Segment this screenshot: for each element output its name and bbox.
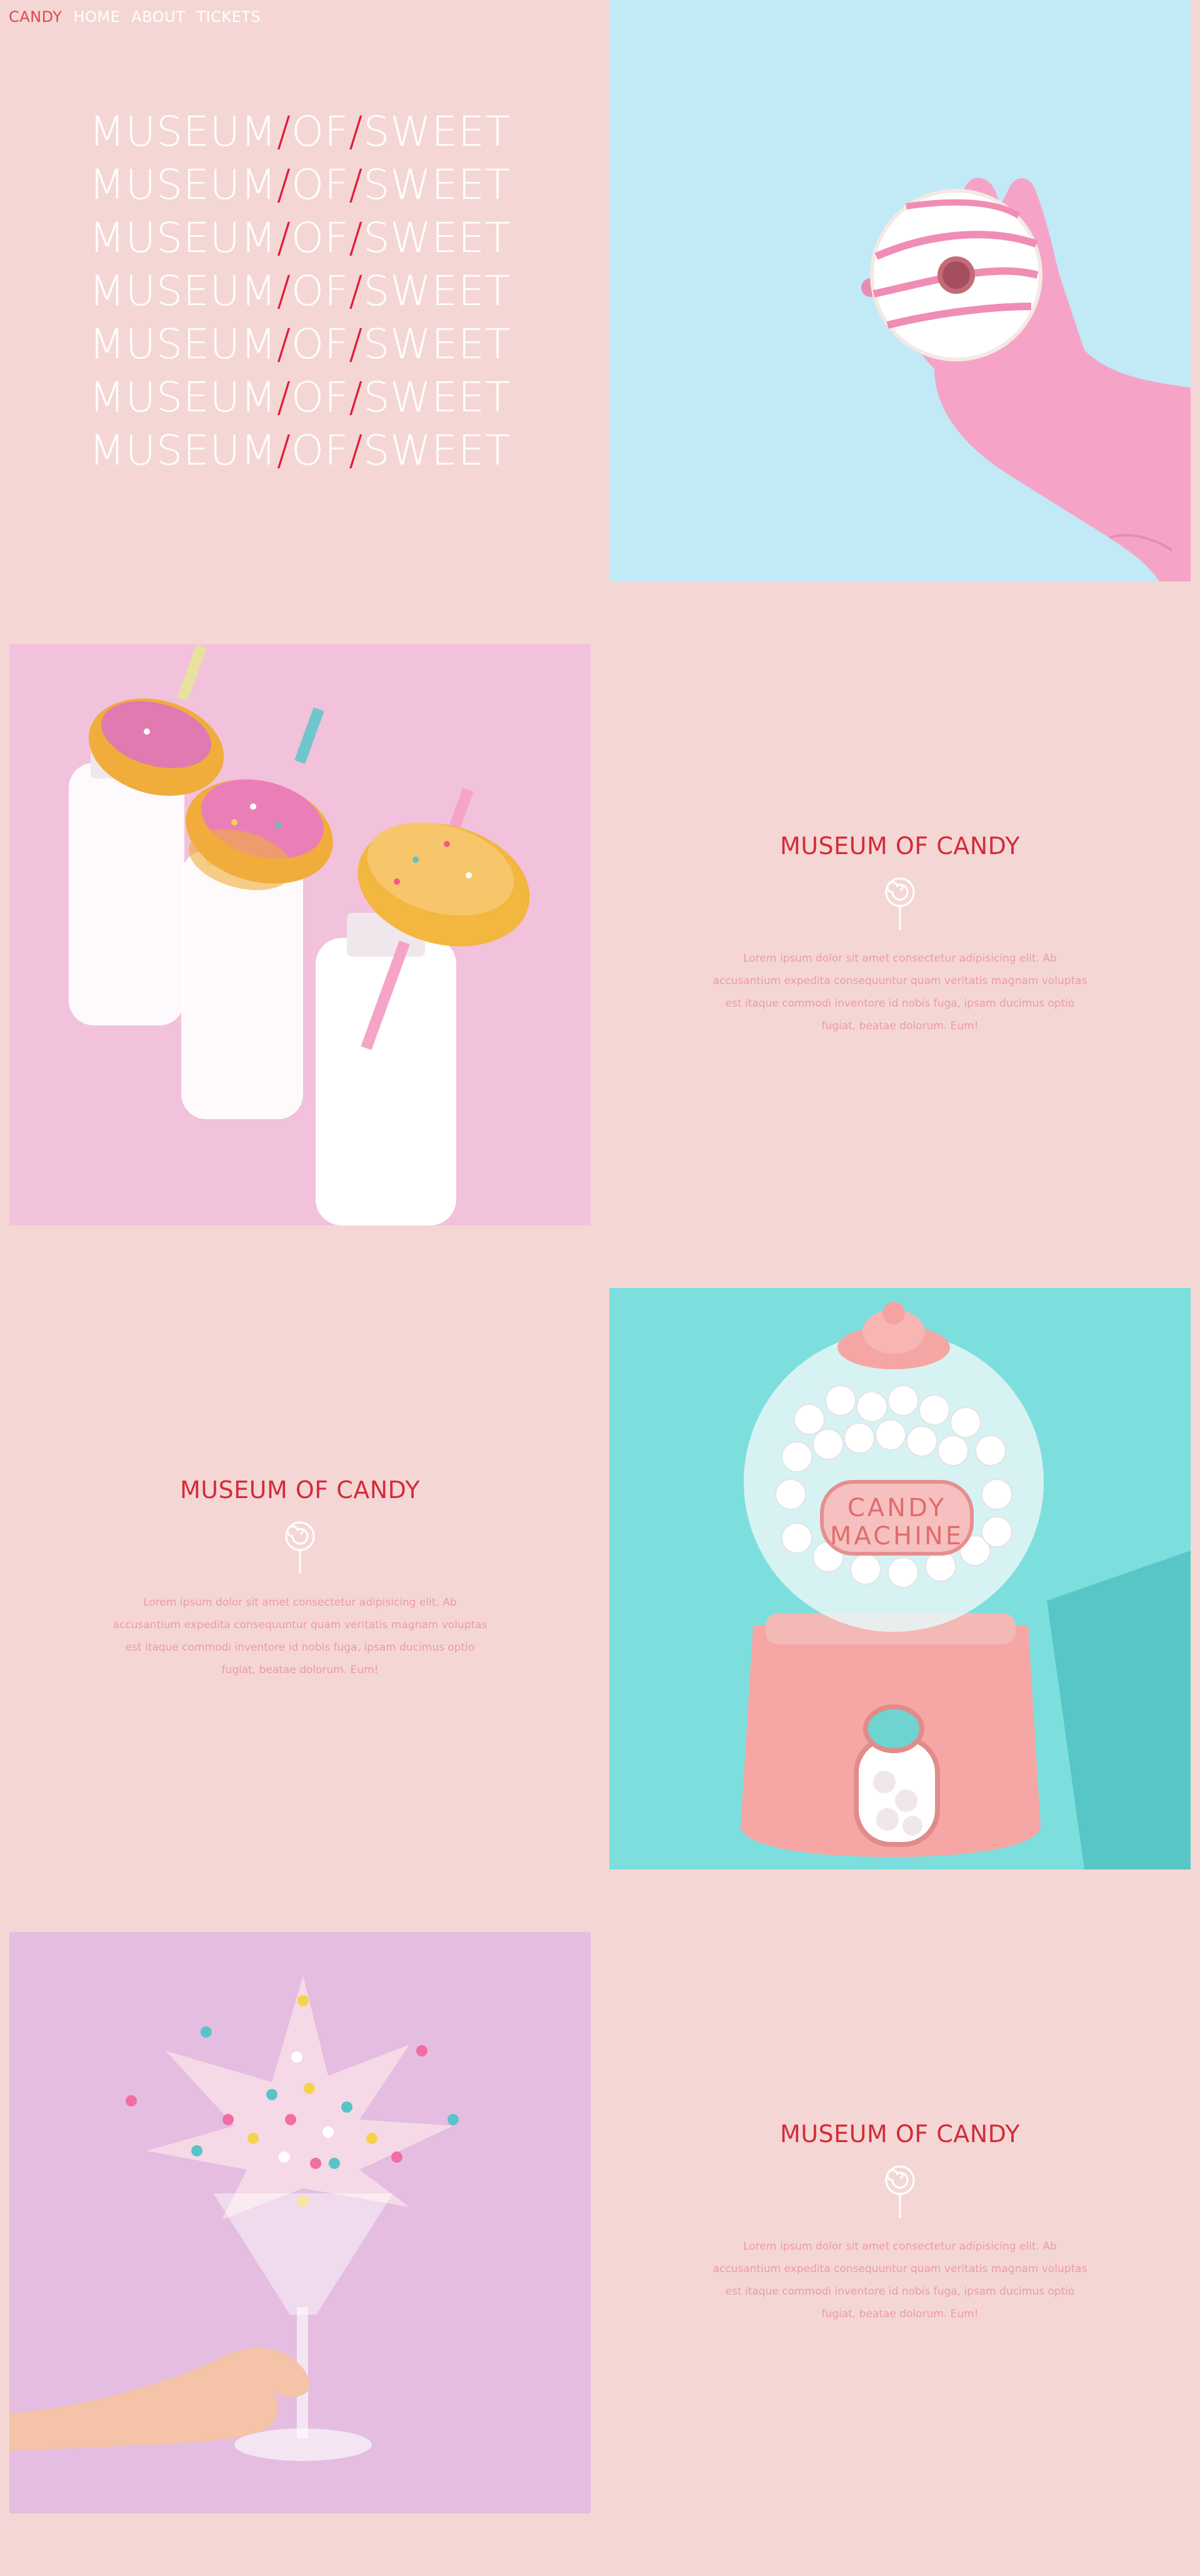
hero-word: MUSEUM	[89, 319, 277, 368]
hero-word: OF	[291, 160, 349, 209]
hero-word: OF	[291, 373, 349, 421]
info-body: Lorem ipsum dolor sit amet consectetur a…	[712, 952, 1088, 1032]
slash-separator: /	[349, 373, 364, 421]
info-block-3: MUSEUM OF CANDY Lorem ipsum dolor sit am…	[609, 1932, 1191, 2513]
hero-headline-line: MUSEUM/OF/SWEET	[89, 264, 511, 318]
hero-word: SWEET	[363, 373, 511, 421]
donut-glove-image	[609, 0, 1191, 581]
hero-word: MUSEUM	[89, 426, 277, 475]
slash-separator: /	[276, 160, 292, 209]
hero-word: OF	[291, 213, 349, 262]
info-title: MUSEUM OF CANDY	[779, 832, 1021, 860]
hero-word: SWEET	[363, 107, 511, 156]
hero-word: SWEET	[363, 160, 511, 209]
slash-separator: /	[349, 319, 364, 368]
slash-separator: /	[276, 373, 292, 421]
gumball-label-line2: MACHINE	[830, 1522, 964, 1551]
hero-word: MUSEUM	[89, 213, 277, 262]
info-block-1: MUSEUM OF CANDY Lorem ipsum dolor sit am…	[609, 644, 1191, 1225]
info-body: Lorem ipsum dolor sit amet consectetur a…	[712, 2240, 1088, 2320]
info-title: MUSEUM OF CANDY	[779, 2120, 1021, 2148]
lollipop-icon	[885, 2165, 915, 2218]
hero-headline-line: MUSEUM/OF/SWEET	[89, 424, 511, 477]
slash-separator: /	[349, 266, 364, 315]
hero-word: MUSEUM	[89, 160, 277, 209]
hero-word: MUSEUM	[89, 373, 277, 421]
slash-separator: /	[349, 426, 364, 475]
gumball-label-line1: CANDY	[848, 1494, 946, 1522]
hero-headline-stack: MUSEUM/OF/SWEET MUSEUM/OF/SWEET MUSEUM/OF/…	[0, 0, 600, 581]
donut-milk-bottles-image	[9, 644, 591, 1225]
slash-separator: /	[276, 107, 292, 156]
hero-word: SWEET	[363, 426, 511, 475]
hero-word: SWEET	[363, 266, 511, 315]
hero-headline-line: MUSEUM/OF/SWEET	[89, 318, 511, 371]
slash-separator: /	[349, 213, 364, 262]
hero-word: OF	[291, 107, 349, 156]
hero-word: OF	[291, 319, 349, 368]
hero-headline-line: MUSEUM/OF/SWEET	[89, 105, 511, 158]
hero-headline-line: MUSEUM/OF/SWEET	[89, 158, 511, 211]
slash-separator: /	[349, 107, 364, 156]
hero-word: OF	[291, 426, 349, 475]
hero-word: SWEET	[363, 319, 511, 368]
hero-word: SWEET	[363, 213, 511, 262]
slash-separator: /	[349, 160, 364, 209]
sprinkle-glass-image	[9, 1932, 591, 2513]
slash-separator: /	[276, 213, 292, 262]
lollipop-icon	[885, 877, 915, 930]
slash-separator: /	[276, 426, 292, 475]
hero-word: OF	[291, 266, 349, 315]
info-block-2: MUSEUM OF CANDY Lorem ipsum dolor sit am…	[9, 1288, 591, 1869]
hero-word: MUSEUM	[89, 266, 277, 315]
info-title: MUSEUM OF CANDY	[179, 1476, 421, 1504]
lollipop-icon	[285, 1521, 315, 1574]
slash-separator: /	[276, 319, 292, 368]
hero-word: MUSEUM	[89, 107, 277, 156]
gumball-machine-image: CANDY MACHINE	[609, 1288, 1191, 1869]
hero-headline-line: MUSEUM/OF/SWEET	[89, 371, 511, 424]
hero-headline-line: MUSEUM/OF/SWEET	[89, 211, 511, 264]
info-body: Lorem ipsum dolor sit amet consectetur a…	[112, 1596, 488, 1676]
slash-separator: /	[276, 266, 292, 315]
